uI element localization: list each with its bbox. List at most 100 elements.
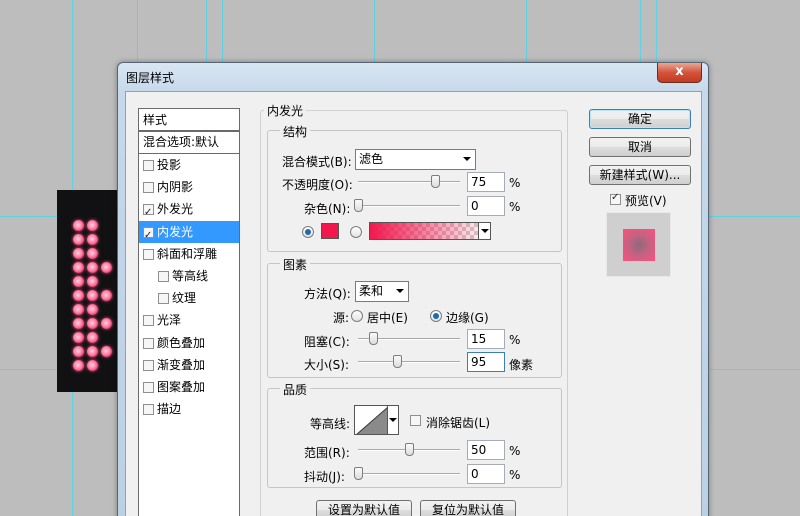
new-style-button[interactable]: 新建样式(W)...: [589, 165, 691, 185]
slider-thumb[interactable]: [354, 467, 363, 480]
styles-list: 样式 混合选项:默认 投影内阴影外发光内发光斜面和浮雕等高线纹理光泽颜色叠加渐变…: [138, 108, 240, 516]
glow-gradient-picker[interactable]: [369, 222, 491, 240]
style-item[interactable]: 内发光: [139, 220, 239, 247]
led-dot: [87, 304, 98, 315]
led-dot: [87, 262, 98, 273]
led-dot: [73, 248, 84, 259]
style-item[interactable]: 光泽: [139, 309, 239, 331]
noise-slider[interactable]: [354, 199, 460, 213]
slider-thumb[interactable]: [369, 332, 379, 345]
preview-label[interactable]: 预览(V): [625, 192, 667, 209]
anti-alias-checkbox[interactable]: [410, 415, 421, 426]
reset-default-button[interactable]: 复位为默认值: [420, 500, 516, 516]
range-slider[interactable]: [358, 443, 460, 457]
style-item[interactable]: 投影: [139, 154, 239, 176]
slider-thumb[interactable]: [354, 199, 363, 212]
style-checkbox[interactable]: [143, 315, 154, 327]
size-unit: 像素: [509, 358, 534, 372]
slider-thumb[interactable]: [405, 443, 414, 456]
close-button[interactable]: x: [657, 63, 702, 83]
noise-unit: %: [509, 200, 521, 214]
ok-button[interactable]: 确定: [589, 109, 691, 129]
style-item[interactable]: 颜色叠加: [139, 332, 239, 354]
style-item[interactable]: 渐变叠加: [139, 354, 239, 376]
contour-picker[interactable]: [354, 405, 388, 435]
noise-field[interactable]: 0: [467, 196, 505, 216]
source-edge-label[interactable]: 边缘(G): [446, 309, 489, 326]
canvas-document: [57, 190, 120, 392]
led-dot: [87, 318, 98, 329]
style-checkbox[interactable]: [143, 359, 154, 371]
source-edge-radio[interactable]: [430, 310, 442, 322]
jitter-field[interactable]: 0: [467, 464, 505, 484]
style-checkbox[interactable]: [143, 381, 154, 393]
dialog-title: 图层样式: [126, 71, 175, 85]
style-item[interactable]: 描边: [139, 398, 239, 420]
style-checkbox[interactable]: [143, 182, 154, 194]
led-dot: [87, 290, 98, 301]
led-dot: [87, 276, 98, 287]
cancel-button[interactable]: 取消: [589, 137, 691, 157]
led-dot: [73, 276, 84, 287]
choke-slider[interactable]: [358, 332, 460, 346]
opacity-slider[interactable]: [358, 175, 460, 189]
style-item-label: 内发光: [157, 224, 194, 239]
elements-title: 图素: [280, 256, 311, 273]
style-checkbox[interactable]: [158, 270, 169, 282]
section-title: 内发光: [264, 102, 307, 119]
source-center-label[interactable]: 居中(E): [367, 309, 408, 326]
styles-header[interactable]: 样式: [139, 109, 239, 132]
solid-color-radio[interactable]: [302, 226, 314, 238]
chevron-down-icon[interactable]: [478, 223, 490, 239]
style-item[interactable]: 图案叠加: [139, 376, 239, 398]
glow-color-swatch[interactable]: [321, 223, 339, 239]
style-checkbox[interactable]: [143, 404, 154, 416]
style-item-label: 投影: [157, 158, 182, 172]
opacity-unit: %: [509, 176, 521, 190]
contour-label: 等高线:: [310, 417, 351, 431]
preview-checkbox[interactable]: [610, 192, 621, 205]
slider-track: [358, 361, 460, 363]
led-dot: [73, 332, 84, 343]
chevron-down-icon: [396, 289, 404, 293]
style-preview: [606, 212, 671, 277]
anti-alias-label[interactable]: 消除锯齿(L): [426, 414, 490, 431]
jitter-slider[interactable]: [354, 467, 460, 481]
led-dot: [87, 360, 98, 371]
blending-options-item[interactable]: 混合选项:默认: [139, 132, 239, 154]
slider-thumb[interactable]: [430, 175, 440, 188]
title-bar[interactable]: 图层样式 x: [118, 63, 708, 91]
style-item[interactable]: 斜面和浮雕: [139, 243, 239, 265]
gradient-radio[interactable]: [350, 226, 362, 238]
blend-mode-select[interactable]: 滤色: [355, 149, 476, 170]
choke-field[interactable]: 15: [467, 329, 505, 349]
preview-thumbnail: [623, 229, 655, 261]
size-field[interactable]: 95: [467, 352, 505, 372]
size-slider[interactable]: [358, 355, 460, 369]
style-checkbox[interactable]: [143, 248, 154, 260]
style-checkbox[interactable]: [143, 160, 154, 171]
style-checkbox[interactable]: [143, 225, 154, 247]
led-dot: [73, 318, 84, 329]
opacity-label: 不透明度(O):: [282, 178, 353, 192]
technique-select[interactable]: 柔和: [355, 281, 409, 302]
jitter-unit: %: [509, 468, 521, 482]
make-default-button[interactable]: 设置为默认值: [316, 500, 412, 516]
slider-thumb[interactable]: [392, 355, 402, 368]
style-item[interactable]: 等高线: [139, 265, 239, 287]
led-dot: [73, 290, 84, 301]
style-checkbox[interactable]: [143, 337, 154, 349]
contour-dropdown[interactable]: [388, 405, 399, 435]
style-item[interactable]: 纹理: [139, 287, 239, 309]
style-checkbox[interactable]: [143, 202, 154, 224]
range-field[interactable]: 50: [467, 440, 505, 460]
style-checkbox[interactable]: [158, 293, 169, 305]
style-item[interactable]: 内阴影: [139, 176, 239, 198]
opacity-field[interactable]: 75: [467, 172, 505, 192]
slider-track: [358, 181, 460, 183]
elements-group: 图素 方法(Q): 柔和 源: 居中(E) 边缘(G) 阻塞(C): 15 % …: [267, 256, 562, 378]
style-item[interactable]: 外发光: [139, 198, 239, 224]
source-label: 源:: [333, 311, 350, 325]
source-center-radio[interactable]: [351, 310, 363, 322]
layer-style-dialog: 图层样式 x 样式 混合选项:默认 投影内阴影外发光内发光斜面和浮雕等高线纹理光…: [117, 62, 709, 516]
